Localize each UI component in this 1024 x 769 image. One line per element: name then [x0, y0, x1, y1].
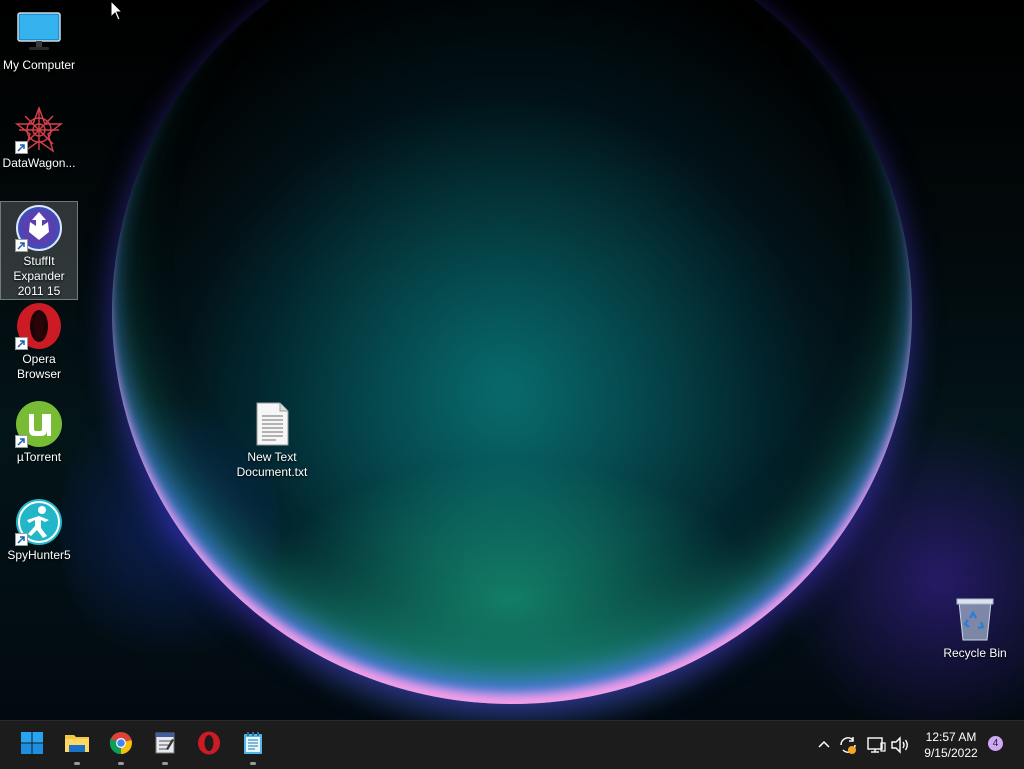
running-indicator	[74, 762, 80, 765]
clock[interactable]: 12:57 AM 9/15/2022	[918, 729, 984, 761]
shortcut-arrow-icon	[15, 239, 28, 252]
running-indicator	[250, 762, 256, 765]
folder-icon	[64, 731, 90, 760]
desktop-icon-label: My Computer	[2, 58, 76, 72]
desktop-icon-label: Opera Browser	[16, 352, 61, 381]
desktop-icon-utorrent[interactable]: µTorrent	[1, 400, 77, 465]
sync-icon	[836, 737, 860, 761]
desktop-icon-label: DataWagon...	[2, 156, 76, 170]
chevron-up-icon	[812, 740, 836, 761]
desktop-icon-stuffit[interactable]: StuffIt Expander 2011 15	[0, 201, 78, 300]
notification-badge[interactable]: 4	[988, 736, 1003, 751]
desktop-icon-label: Recycle Bin	[943, 646, 1007, 660]
windows-start-icon	[20, 731, 44, 760]
volume-icon	[888, 736, 912, 761]
shortcut-arrow-icon	[15, 141, 28, 154]
opera-icon	[197, 731, 221, 760]
editor-icon	[154, 731, 176, 760]
mouse-cursor-icon	[110, 0, 124, 21]
datawagon-icon	[14, 106, 64, 154]
taskbar: 12:57 AM 9/15/2022	[0, 720, 1024, 769]
utorrent-icon	[15, 400, 63, 448]
shortcut-arrow-icon	[15, 435, 28, 448]
taskbar-notepad[interactable]	[233, 725, 273, 765]
desktop-icon-my-computer[interactable]: My Computer	[1, 8, 77, 73]
volume-tray-button[interactable]	[888, 733, 912, 757]
clock-date: 9/15/2022	[924, 746, 978, 760]
start-button[interactable]	[12, 725, 52, 765]
chrome-icon	[109, 731, 133, 760]
clock-time: 12:57 AM	[925, 730, 977, 744]
network-icon	[864, 737, 888, 761]
taskbar-chrome[interactable]	[101, 725, 141, 765]
taskbar-text-editor[interactable]	[145, 725, 185, 765]
desktop-icon-label: StuffIt Expander 2011 15	[13, 254, 65, 298]
desktop-icon-label: New Text Document.txt	[236, 450, 308, 479]
desktop-icon-recycle-bin[interactable]: Recycle Bin	[937, 596, 1013, 661]
opera-icon	[15, 302, 63, 350]
taskbar-opera[interactable]	[189, 725, 229, 765]
show-hidden-icons-button[interactable]	[812, 733, 836, 757]
desktop-icon-label: µTorrent	[16, 450, 62, 464]
desktop-icon-label: SpyHunter5	[7, 548, 71, 562]
running-indicator	[118, 762, 124, 765]
shortcut-arrow-icon	[15, 337, 28, 350]
sync-tray-button[interactable]	[836, 733, 860, 757]
notepad-icon	[242, 731, 264, 760]
spyhunter-icon	[15, 498, 63, 546]
monitor-icon	[15, 8, 63, 56]
shortcut-arrow-icon	[15, 533, 28, 546]
recycle-bin-icon	[951, 596, 999, 644]
network-tray-button[interactable]	[864, 733, 888, 757]
desktop-icon-opera[interactable]: Opera Browser	[1, 302, 77, 382]
stuffit-icon	[15, 204, 63, 252]
desktop-icon-datawagon[interactable]: DataWagon...	[1, 106, 77, 171]
desktop[interactable]: My Computer DataWagon... StuffIt Expande…	[0, 0, 1024, 720]
desktop-icon-spyhunter[interactable]: SpyHunter5	[1, 498, 77, 563]
running-indicator	[162, 762, 168, 765]
desktop-icon-new-text-document[interactable]: New Text Document.txt	[234, 400, 310, 480]
text-file-icon	[248, 400, 296, 448]
taskbar-file-explorer[interactable]	[57, 725, 97, 765]
